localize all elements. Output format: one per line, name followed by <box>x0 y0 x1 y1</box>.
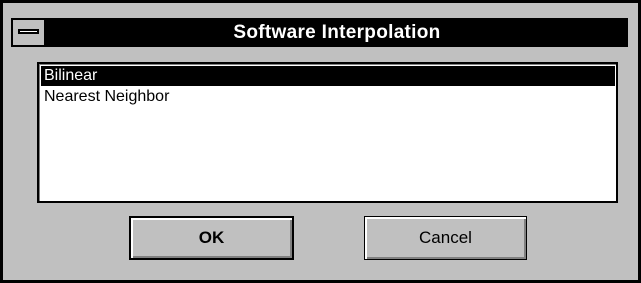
list-item-bilinear[interactable]: Bilinear <box>41 66 615 86</box>
system-menu-button[interactable] <box>13 20 46 45</box>
interpolation-listbox[interactable]: Bilinear Nearest Neighbor <box>37 62 618 203</box>
cancel-button[interactable]: Cancel <box>364 216 527 260</box>
listbox-content: Bilinear Nearest Neighbor <box>39 64 616 201</box>
ok-button[interactable]: OK <box>129 216 294 260</box>
dialog-window: Software Interpolation Bilinear Nearest … <box>0 0 641 283</box>
title-bar: Software Interpolation <box>11 18 628 47</box>
system-menu-icon <box>18 29 39 34</box>
list-item-nearest-neighbor[interactable]: Nearest Neighbor <box>40 86 616 107</box>
window-title: Software Interpolation <box>233 22 441 43</box>
